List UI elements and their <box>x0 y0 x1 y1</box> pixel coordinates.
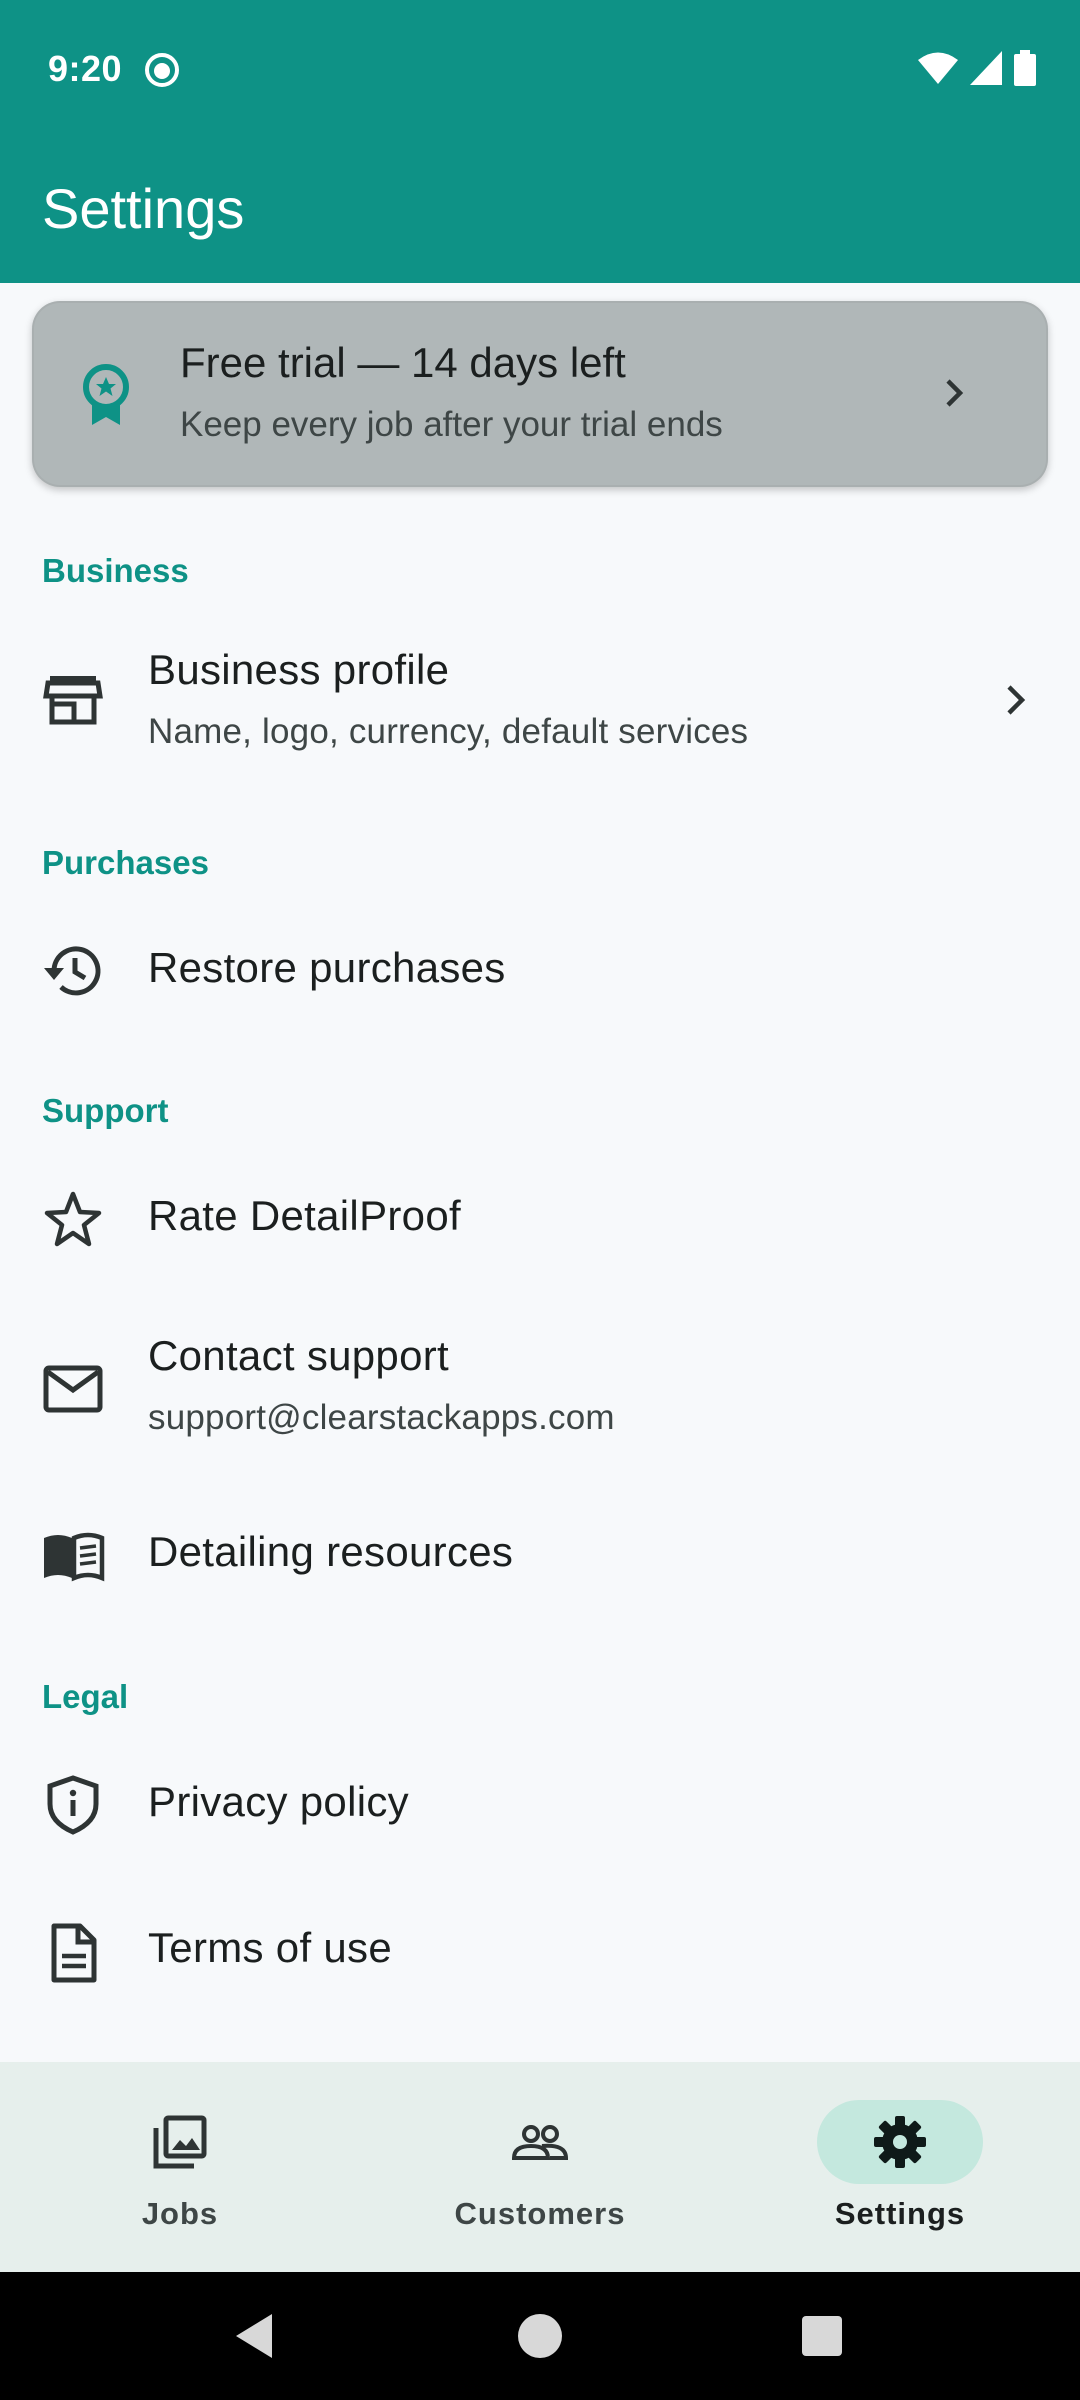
signal-icon <box>970 51 1002 85</box>
detailing-resources-item[interactable]: Detailing resources <box>0 1496 1080 1616</box>
nav-label-customers: Customers <box>454 2196 626 2231</box>
trial-subtitle: Keep every job after your trial ends <box>180 405 723 444</box>
star-icon <box>44 1191 102 1247</box>
rate-app-item[interactable]: Rate DetailProof <box>0 1160 1080 1280</box>
business-profile-subtitle: Name, logo, currency, default services <box>148 712 749 751</box>
wifi-icon <box>918 52 958 84</box>
book-icon <box>44 1532 105 1582</box>
status-bar: 9:20 <box>0 0 1080 136</box>
nav-tab-customers[interactable]: Customers <box>360 2062 720 2272</box>
history-icon <box>44 946 101 996</box>
bottom-navigation: Jobs Customers Settings <box>0 2062 1080 2272</box>
detailing-resources-title: Detailing resources <box>148 1528 514 1575</box>
section-header-support: Support <box>42 1092 169 1129</box>
trial-title: Free trial — 14 days left <box>180 339 626 386</box>
nav-label-jobs: Jobs <box>141 2196 219 2231</box>
app-bar: 9:20 Settings <box>0 0 1080 283</box>
shield-info-icon <box>47 1775 99 1835</box>
system-navigation-bar <box>0 2272 1080 2400</box>
free-trial-banner[interactable]: Free trial — 14 days left Keep every job… <box>32 301 1048 487</box>
section-header-legal: Legal <box>42 1678 129 1715</box>
status-time: 9:20 <box>48 48 123 89</box>
business-profile-item[interactable]: Business profile Name, logo, currency, d… <box>0 620 1080 780</box>
notification-app-icon <box>145 53 179 87</box>
people-icon <box>512 2125 568 2160</box>
back-icon[interactable] <box>224 2304 288 2368</box>
document-icon <box>51 1923 97 1983</box>
nav-tab-jobs[interactable]: Jobs <box>0 2062 360 2272</box>
battery-icon <box>1014 50 1036 86</box>
photo-library-icon <box>153 2115 207 2169</box>
gear-icon <box>874 2116 926 2168</box>
privacy-policy-title: Privacy policy <box>148 1778 409 1825</box>
contact-support-email: support@clearstackapps.com <box>148 1398 615 1437</box>
section-header-purchases: Purchases <box>42 844 209 881</box>
page-title: Settings <box>42 177 245 240</box>
store-icon <box>43 676 103 725</box>
business-profile-title: Business profile <box>148 646 450 693</box>
section-header-business: Business <box>42 552 189 589</box>
award-ribbon-icon <box>83 364 129 425</box>
restore-purchases-title: Restore purchases <box>148 944 506 991</box>
mail-icon <box>43 1365 103 1413</box>
home-icon[interactable] <box>508 2304 572 2368</box>
status-icons <box>918 48 1036 88</box>
nav-tab-settings[interactable]: Settings <box>720 2062 1080 2272</box>
terms-of-use-item[interactable]: Terms of use <box>0 1892 1080 2012</box>
terms-of-use-title: Terms of use <box>148 1924 393 1971</box>
chevron-right-icon <box>1007 685 1026 715</box>
recents-icon[interactable] <box>790 2304 854 2368</box>
restore-purchases-item[interactable]: Restore purchases <box>0 910 1080 1030</box>
contact-support-item[interactable]: Contact support support@clearstackapps.c… <box>0 1310 1080 1470</box>
privacy-policy-item[interactable]: Privacy policy <box>0 1746 1080 1866</box>
rate-app-title: Rate DetailProof <box>148 1192 461 1239</box>
chevron-right-icon <box>946 379 964 407</box>
nav-label-settings: Settings <box>834 2196 966 2231</box>
contact-support-title: Contact support <box>148 1332 450 1379</box>
